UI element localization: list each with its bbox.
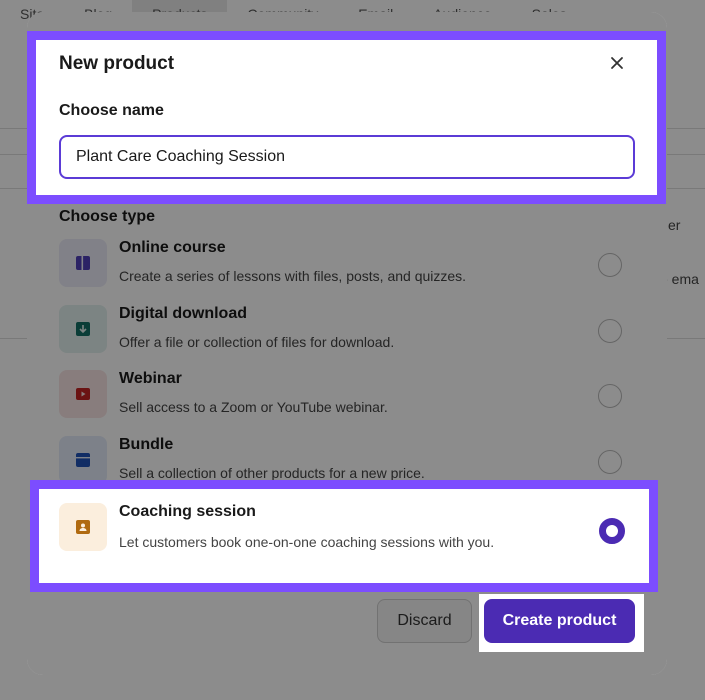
option-description: Create a series of lessons with files, p… <box>119 268 467 284</box>
option-webinar[interactable]: Webinar Sell access to a Zoom or YouTube… <box>59 370 635 420</box>
bundle-icon <box>59 436 107 484</box>
choose-name-label: Choose name <box>59 102 164 119</box>
radio-coaching-session-selected[interactable] <box>599 518 625 544</box>
coaching-option-highlight: Coaching session Let customers book one-… <box>30 480 658 592</box>
close-icon[interactable] <box>605 51 629 75</box>
choose-type-label: Choose type <box>59 208 156 225</box>
option-title: Online course <box>119 239 226 256</box>
option-description: Offer a file or collection of files for … <box>119 334 395 350</box>
person-icon <box>59 503 107 551</box>
download-icon <box>59 305 107 353</box>
option-coaching-session[interactable]: Coaching session Let customers book one-… <box>59 503 629 553</box>
course-icon <box>59 239 107 287</box>
product-name-input[interactable] <box>59 135 635 179</box>
option-title: Webinar <box>119 370 182 387</box>
radio-digital-download[interactable] <box>598 319 622 343</box>
option-title: Coaching session <box>119 503 256 520</box>
radio-online-course[interactable] <box>598 253 622 277</box>
option-title: Digital download <box>119 305 247 322</box>
option-description: Sell access to a Zoom or YouTube webinar… <box>119 399 388 415</box>
radio-bundle[interactable] <box>598 450 622 474</box>
option-description: Let customers book one-on-one coaching s… <box>119 534 495 550</box>
create-button-highlight: Create product <box>479 594 644 652</box>
option-online-course[interactable]: Online course Create a series of lessons… <box>59 239 635 289</box>
option-title: Bundle <box>119 436 174 453</box>
radio-webinar[interactable] <box>598 384 622 408</box>
create-product-button[interactable]: Create product <box>484 599 635 643</box>
option-bundle[interactable]: Bundle Sell a collection of other produc… <box>59 436 635 486</box>
modal-title: New product <box>59 53 175 74</box>
discard-button[interactable]: Discard <box>377 599 472 643</box>
name-section-highlight: New product Choose name <box>27 31 666 204</box>
play-icon <box>59 370 107 418</box>
option-description: Sell a collection of other products for … <box>119 465 425 481</box>
option-digital-download[interactable]: Digital download Offer a file or collect… <box>59 305 635 355</box>
